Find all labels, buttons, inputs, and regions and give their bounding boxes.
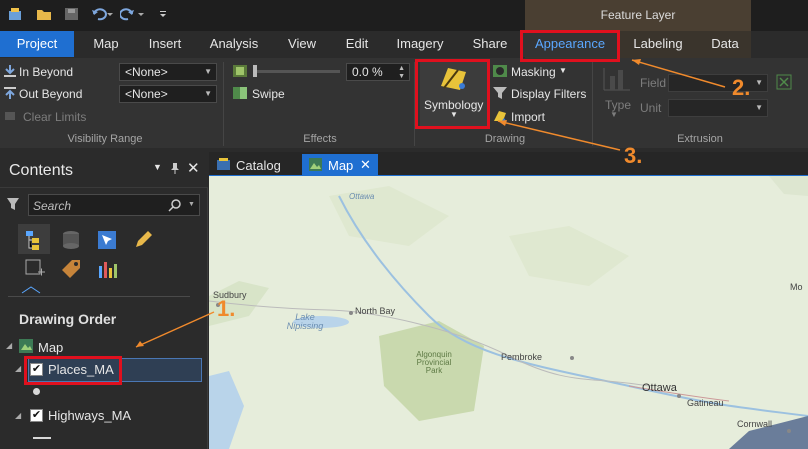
callout-number-one: 1. (217, 296, 236, 321)
callout-number-two: 2. (732, 75, 751, 100)
callout-arrows (135, 59, 726, 348)
callout-number-three: 3. (624, 143, 643, 168)
